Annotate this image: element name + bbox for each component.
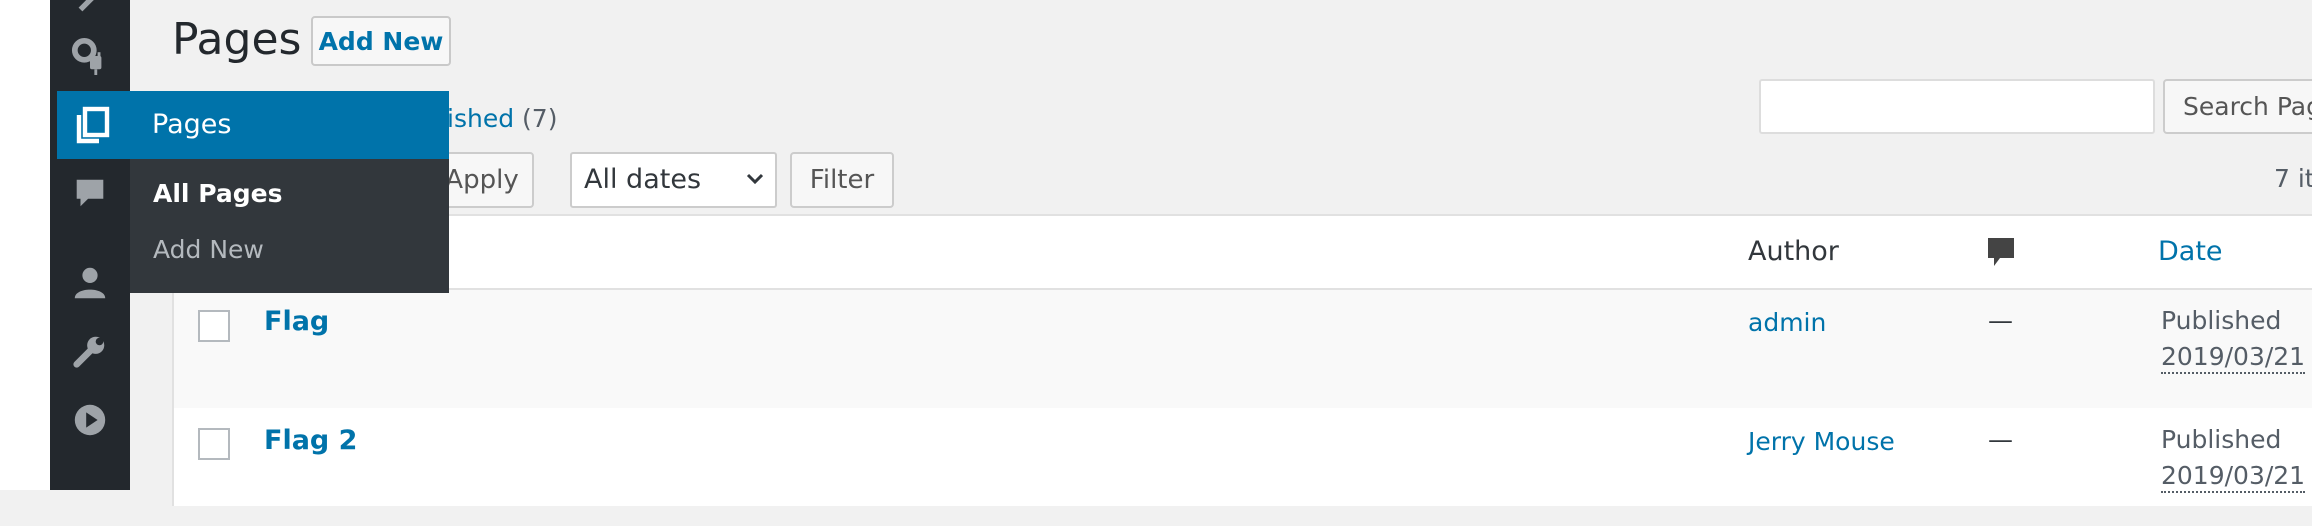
filter-button[interactable]: Filter xyxy=(790,152,894,208)
menu-item-comments[interactable] xyxy=(50,165,130,221)
table-header: Author Date xyxy=(174,216,2312,290)
table-row: Flag 2 Jerry Mouse — Published 2019/03/2… xyxy=(174,408,2312,526)
column-author: Author xyxy=(1748,236,1839,267)
edit-icon xyxy=(78,0,94,12)
pages-submenu: All Pages Add New xyxy=(130,159,449,293)
submenu-all-pages[interactable]: All Pages xyxy=(153,179,282,208)
publish-date: 2019/03/21 xyxy=(2161,461,2306,493)
wrench-icon xyxy=(73,336,105,368)
search-input[interactable] xyxy=(1759,79,2155,134)
author-link[interactable]: admin xyxy=(1748,308,1826,337)
page-title: Pages xyxy=(172,14,302,65)
plugins-icon xyxy=(71,37,102,75)
published-label[interactable]: ished xyxy=(447,104,514,133)
menu-item-media[interactable] xyxy=(50,392,130,448)
items-count: 7 it xyxy=(2274,164,2312,193)
column-date-sort[interactable]: Date xyxy=(2158,216,2223,288)
publish-status: Published xyxy=(2161,306,2282,335)
publish-status: Published xyxy=(2161,425,2282,454)
menu-item-users[interactable] xyxy=(50,255,130,311)
search-pages-button[interactable]: Search Pag xyxy=(2163,79,2312,134)
date-filter-value: All dates xyxy=(584,164,702,195)
author-link[interactable]: Jerry Mouse xyxy=(1748,427,1895,456)
users-icon xyxy=(74,267,106,299)
comment-count: — xyxy=(1988,306,2013,335)
window-border xyxy=(0,0,50,490)
pages-table: Author Date Flag admin — Published 2019/… xyxy=(172,214,2312,506)
menu-item-plugins[interactable] xyxy=(50,28,130,84)
add-new-button[interactable]: Add New xyxy=(311,16,451,66)
comment-bubble-icon xyxy=(1988,238,2014,266)
publish-date: 2019/03/21 xyxy=(2161,342,2306,374)
pages-icon xyxy=(76,106,110,144)
admin-sidebar xyxy=(50,0,130,490)
comment-count: — xyxy=(1988,425,2013,454)
menu-item-tools[interactable] xyxy=(50,323,130,379)
comments-icon xyxy=(76,179,104,207)
published-count: (7) xyxy=(522,104,558,133)
play-icon xyxy=(74,404,106,436)
published-filter-link[interactable]: ished (7) xyxy=(447,104,557,133)
row-checkbox[interactable] xyxy=(198,310,230,342)
page-title-link[interactable]: Flag xyxy=(264,306,329,337)
row-checkbox[interactable] xyxy=(198,428,230,460)
submenu-add-new[interactable]: Add New xyxy=(153,235,264,264)
date-filter-select[interactable]: All dates xyxy=(570,152,777,208)
pages-menu-label[interactable]: Pages xyxy=(152,91,231,159)
pages-menu-header[interactable]: Pages xyxy=(57,91,449,159)
menu-item-dashboard[interactable] xyxy=(50,0,130,28)
page-title-link[interactable]: Flag 2 xyxy=(264,425,357,456)
table-row: Flag admin — Published 2019/03/21 xyxy=(174,290,2312,408)
chevron-down-icon xyxy=(746,173,764,185)
